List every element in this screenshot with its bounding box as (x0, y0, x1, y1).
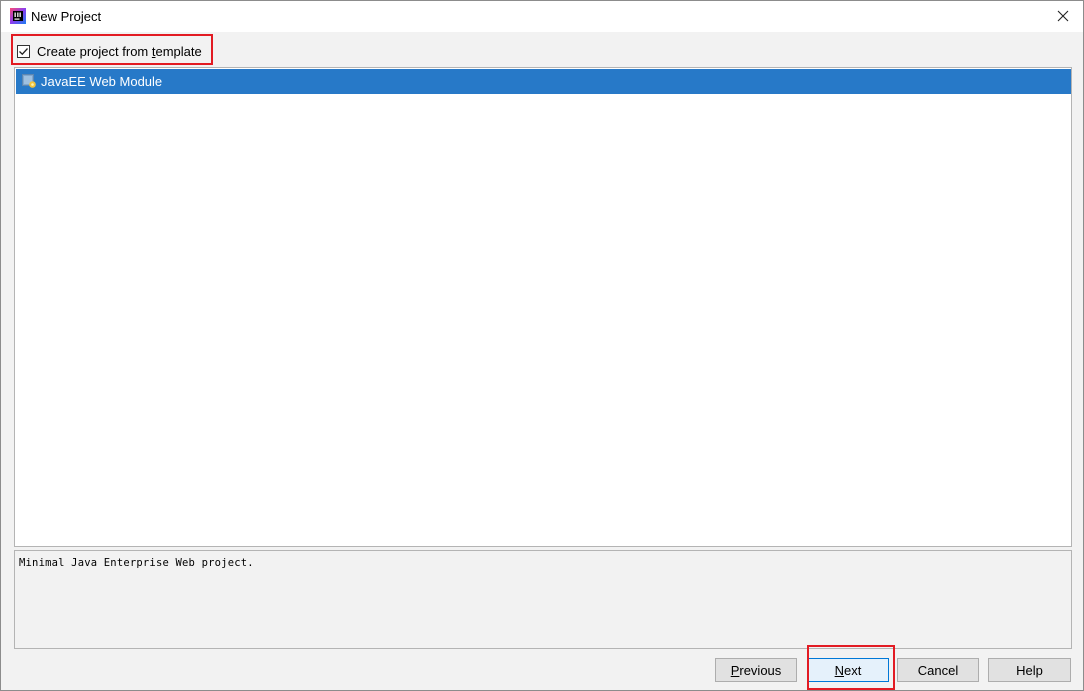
new-project-dialog: New Project Create project from template (0, 0, 1084, 691)
intellij-idea-icon (10, 8, 26, 24)
previous-button[interactable]: Previous (715, 658, 797, 682)
description-panel: Minimal Java Enterprise Web project. (14, 550, 1072, 649)
create-from-template-label: Create project from template (37, 43, 202, 59)
create-from-template-option[interactable]: Create project from template (17, 41, 202, 61)
title-bar: New Project (1, 1, 1083, 32)
close-icon[interactable] (1051, 5, 1075, 27)
list-item[interactable]: JavaEE Web Module (16, 69, 1071, 94)
web-module-icon (22, 74, 37, 89)
next-button[interactable]: Next (807, 658, 889, 682)
cancel-button[interactable]: Cancel (897, 658, 979, 682)
window-title: New Project (31, 9, 102, 24)
template-list[interactable]: JavaEE Web Module (14, 67, 1072, 547)
create-from-template-checkbox[interactable] (17, 44, 30, 58)
list-item-label: JavaEE Web Module (41, 74, 163, 89)
template-description: Minimal Java Enterprise Web project. (19, 557, 254, 569)
help-button[interactable]: Help (988, 658, 1071, 682)
